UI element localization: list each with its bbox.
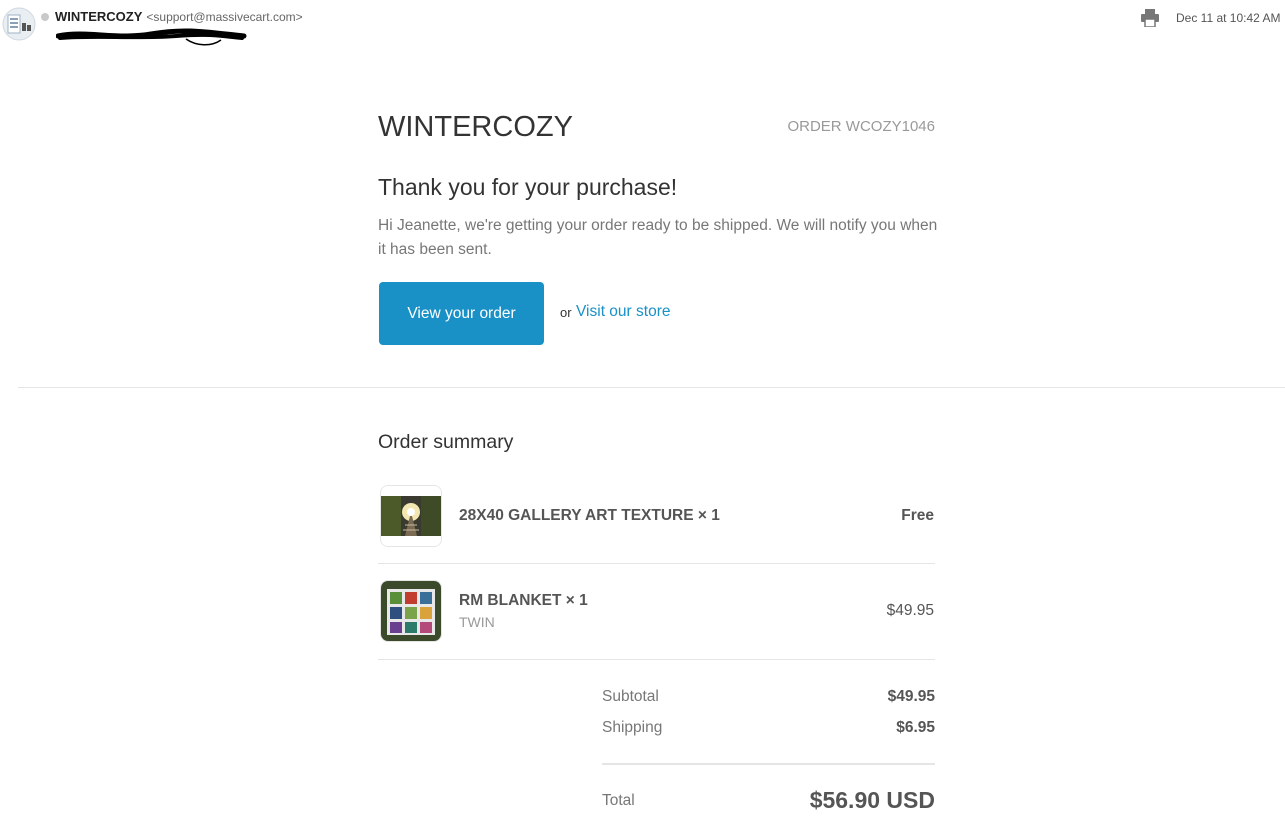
item-title: RM BLANKET × 1 — [459, 592, 588, 609]
shipping-label: Shipping — [602, 719, 663, 736]
total-value: $56.90 USD — [809, 787, 935, 813]
redacted-recipient — [56, 28, 247, 46]
sent-date: Dec 11 at 10:42 AM — [1176, 11, 1281, 25]
view-order-button[interactable]: View your order — [379, 282, 544, 345]
shipping-value: $6.95 — [896, 719, 935, 736]
totals-divider — [602, 763, 935, 765]
row-divider — [378, 659, 935, 660]
status-dot — [41, 13, 49, 21]
total-label: Total — [602, 792, 635, 809]
print-icon[interactable] — [1140, 9, 1160, 27]
row-divider — [378, 563, 935, 564]
avatar-icon[interactable] — [2, 7, 36, 41]
item-price: Free — [901, 507, 934, 524]
list-item: 28X40 GALLERY ART TEXTURE × 1 Free — [378, 485, 935, 547]
order-summary-title: Order summary — [378, 431, 514, 453]
intro-text: Hi Jeanette, we're getting your order re… — [378, 217, 938, 258]
subtotal-value: $49.95 — [887, 688, 935, 705]
item-variant: TWIN — [459, 614, 495, 630]
list-item: RM BLANKET × 1 TWIN $49.95 — [378, 580, 935, 642]
product-image — [380, 580, 442, 642]
or-text: or — [560, 305, 572, 320]
section-divider — [18, 387, 1285, 388]
shop-name: WINTERCOZY — [378, 111, 573, 143]
subtotal-label: Subtotal — [602, 688, 659, 705]
product-image — [380, 485, 442, 547]
sender: WINTERCOZY <support@massivecart.com> — [55, 9, 303, 24]
item-title: 28X40 GALLERY ART TEXTURE × 1 — [459, 507, 720, 524]
email-header: WINTERCOZY <support@massivecart.com> Dec … — [0, 0, 1285, 50]
sender-name[interactable]: WINTERCOZY — [55, 9, 142, 24]
sender-email[interactable]: <support@massivecart.com> — [146, 10, 302, 24]
order-number: ORDER WCOZY1046 — [787, 118, 935, 135]
item-price: $49.95 — [886, 602, 934, 619]
visit-store-link[interactable]: Visit our store — [576, 303, 670, 321]
thanks-heading: Thank you for your purchase! — [378, 174, 678, 200]
